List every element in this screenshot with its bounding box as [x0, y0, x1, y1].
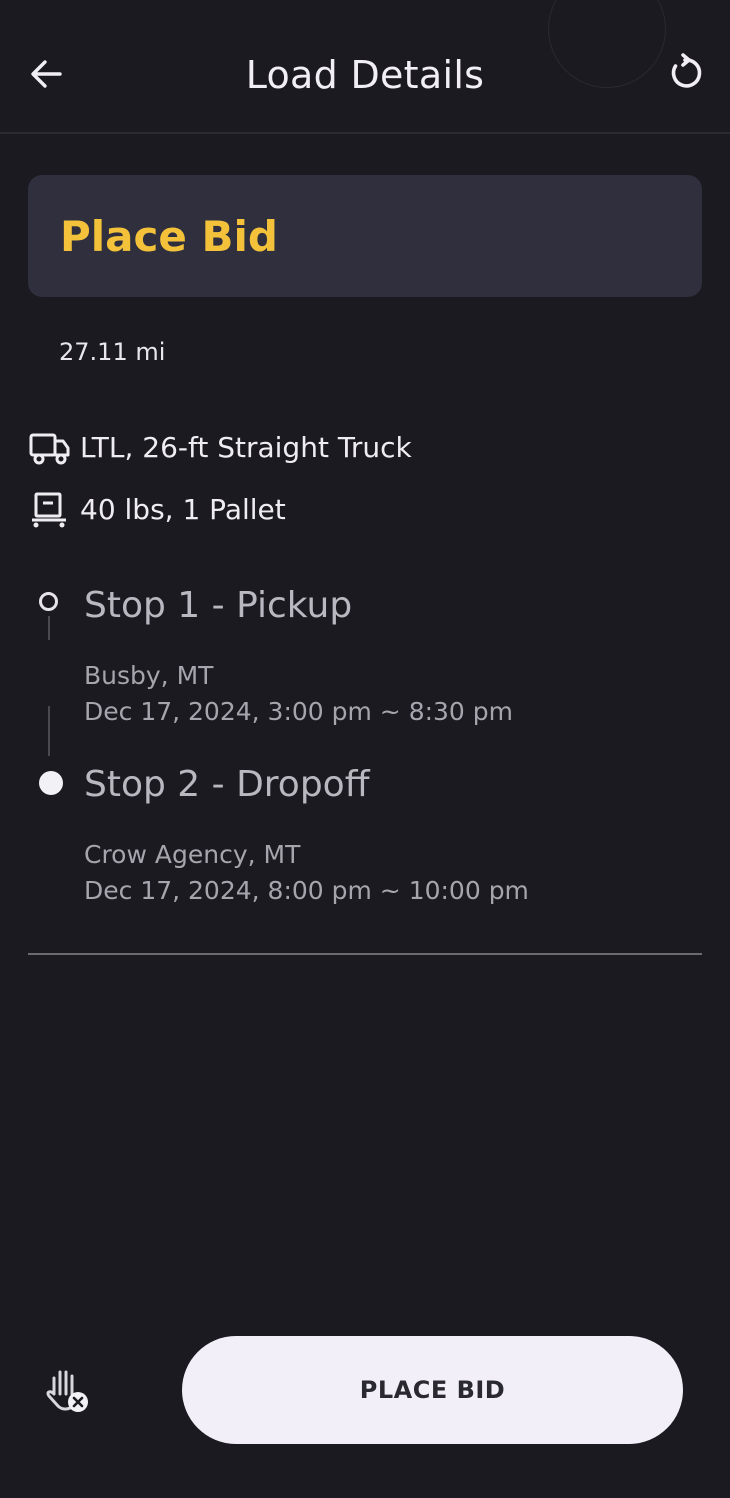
stop-1-time: Dec 17, 2024, 3:00 pm ~ 8:30 pm: [84, 697, 514, 726]
timeline-connector: [48, 616, 50, 640]
equipment-row: LTL, 26-ft Straight Truck: [28, 428, 412, 468]
stop-1-title: Stop 1 - Pickup: [84, 585, 353, 626]
pallet-jack-icon: [28, 490, 74, 530]
section-divider: [28, 953, 702, 955]
refresh-icon: [671, 53, 702, 88]
refresh-button[interactable]: [660, 48, 710, 98]
hand-off-icon: [46, 1370, 88, 1412]
decline-load-button[interactable]: [40, 1364, 94, 1418]
timeline-connector: [48, 706, 50, 756]
stop-2-marker: [39, 771, 63, 795]
place-bid-card[interactable]: Place Bid: [28, 175, 702, 297]
distance-value: 27.11 mi: [59, 338, 166, 366]
truck-icon: [28, 428, 74, 468]
stop-2-time: Dec 17, 2024, 8:00 pm ~ 10:00 pm: [84, 876, 529, 905]
place-bid-button[interactable]: PLACE BID: [182, 1336, 683, 1444]
stop-1-marker: [39, 592, 58, 611]
stop-2-location: Crow Agency, MT: [84, 840, 301, 869]
stop-2-title: Stop 2 - Dropoff: [84, 764, 370, 805]
equipment-text: LTL, 26-ft Straight Truck: [80, 431, 412, 464]
stop-1-location: Busby, MT: [84, 661, 214, 690]
page-title: Load Details: [245, 53, 485, 97]
cargo-text: 40 lbs, 1 Pallet: [80, 493, 286, 526]
cargo-row: 40 lbs, 1 Pallet: [28, 490, 286, 530]
top-app-bar: Load Details: [0, 0, 730, 134]
place-bid-card-title: Place Bid: [60, 212, 278, 261]
